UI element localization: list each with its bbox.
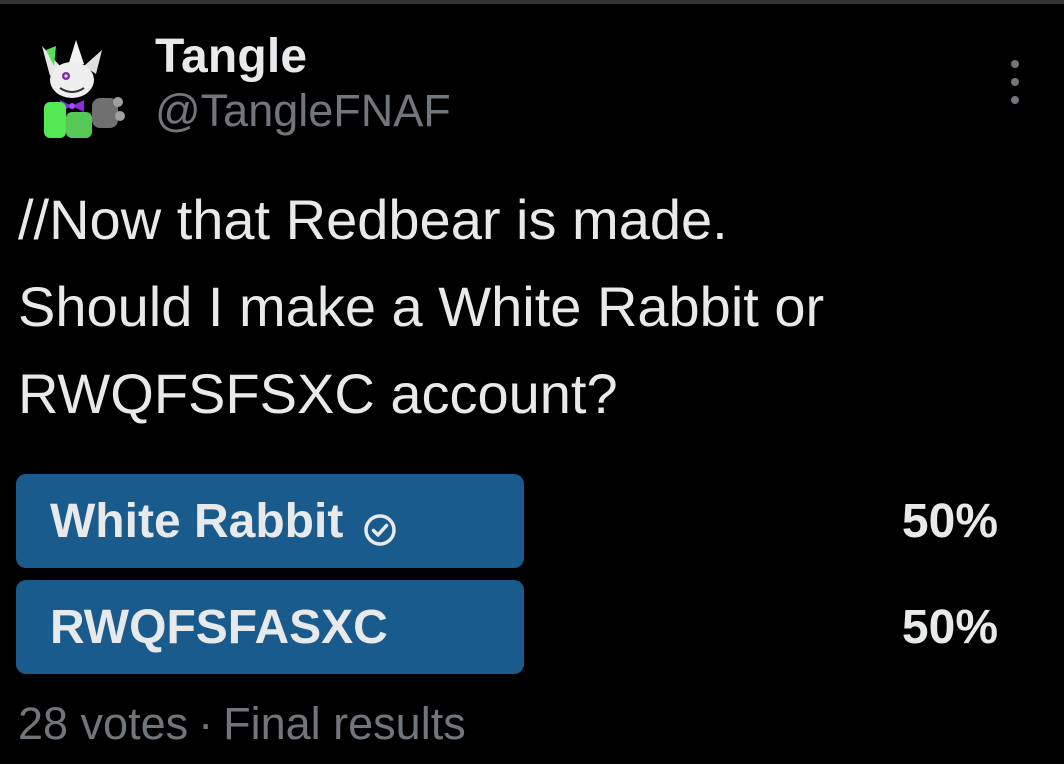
poll-option-percent: 50% (901, 494, 998, 548)
poll-option-percent: 50% (901, 600, 998, 654)
avatar-image (42, 40, 125, 138)
author-names: Tangle @TangleFNAF (155, 32, 451, 140)
poll-meta: 28 votes · Final results (18, 696, 466, 752)
top-divider (0, 0, 1064, 4)
tweet-text-line: //Now that Redbear is made. (18, 188, 728, 251)
vote-count: 28 votes (18, 698, 189, 749)
poll-option-rwqfsfasxc: RWQFSFASXC 50% (16, 580, 1026, 674)
meta-separator: · (198, 698, 214, 749)
more-vertical-icon-dot (1011, 78, 1019, 86)
avatar[interactable] (30, 36, 130, 140)
tweet-text: //Now that Redbear is made. Should I mak… (18, 176, 1038, 437)
poll-option-label: White Rabbit (50, 494, 344, 548)
poll-option-white-rabbit: White Rabbit 50% (16, 474, 1026, 568)
more-options-button[interactable] (1000, 60, 1030, 104)
tweet-text-line: Should I make a White Rabbit or (18, 275, 825, 338)
more-vertical-icon (1011, 60, 1019, 68)
check-circle-icon (363, 504, 397, 546)
user-handle[interactable]: @TangleFNAF (155, 82, 451, 140)
poll-option-label: RWQFSFASXC (50, 600, 388, 654)
tweet-header: Tangle @TangleFNAF (28, 32, 1038, 152)
tweet-text-line: RWQFSFSXC account? (18, 362, 618, 425)
display-name[interactable]: Tangle (155, 32, 451, 82)
poll-status: Final results (223, 698, 466, 749)
more-vertical-icon-dot (1011, 96, 1019, 104)
